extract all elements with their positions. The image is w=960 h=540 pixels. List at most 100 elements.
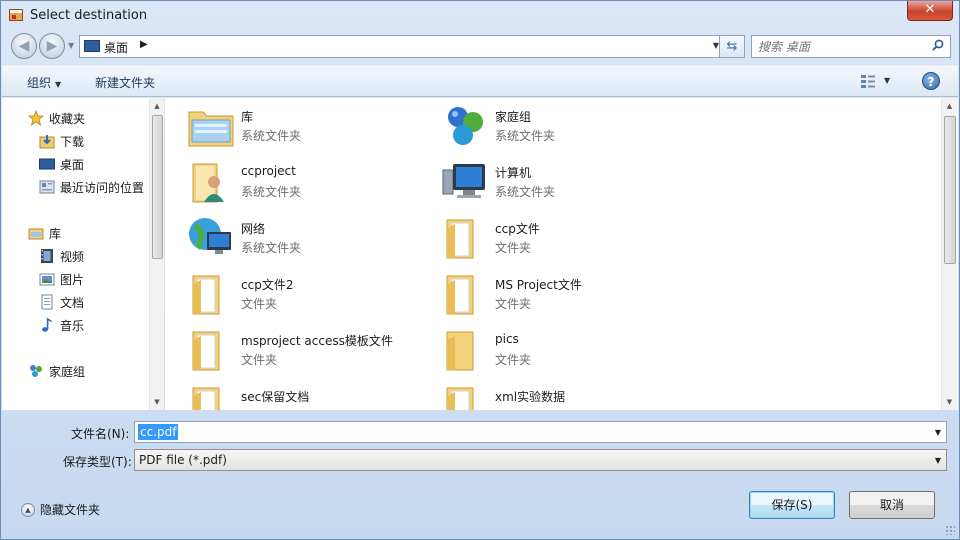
new-folder-button[interactable]: 新建文件夹	[95, 74, 155, 91]
sidebar-item-label: 家庭组	[49, 364, 86, 379]
help-icon[interactable]: ?	[922, 72, 940, 90]
sidebar-item-videos[interactable]: 视频	[39, 246, 84, 266]
file-list: 库 系统文件夹 家庭组 系统文件夹 ccproject 系统文件夹 计算机 系统…	[165, 98, 958, 410]
video-icon	[41, 249, 53, 263]
item-type: 系统文件夹	[495, 129, 556, 143]
window-title: Select destination	[30, 8, 148, 23]
item-name: xml实验数据	[495, 390, 566, 404]
desktop-icon	[84, 40, 100, 52]
folder-icon	[446, 331, 474, 371]
save-dialog: Select destination ✕ ◀ ▶ ▼ 桌面 ▶ ▼ ⇆ 组织▼ …	[0, 0, 960, 540]
list-item[interactable]: xml实验数据	[441, 380, 691, 410]
sidebar-item-favorites[interactable]: 收藏夹	[28, 108, 85, 128]
hide-folders-label: 隐藏文件夹	[40, 503, 101, 517]
cancel-button[interactable]: 取消	[849, 491, 935, 519]
scroll-up-icon[interactable]: ▲	[942, 102, 957, 110]
item-type: 文件夹	[241, 297, 278, 311]
sidebar-item-homegroup[interactable]: 家庭组	[28, 361, 85, 381]
list-item[interactable]: 网络 系统文件夹	[187, 212, 437, 264]
user-folder-icon	[192, 163, 224, 203]
file-list-scroll-thumb[interactable]	[944, 116, 956, 264]
folder-icon	[192, 275, 220, 315]
folder-icon	[446, 275, 474, 315]
hide-folders-toggle[interactable]: ▲ 隐藏文件夹	[21, 501, 100, 518]
list-item[interactable]: msproject access模板文件 文件夹	[187, 324, 437, 376]
search-box[interactable]	[751, 35, 951, 58]
search-input[interactable]	[758, 38, 918, 55]
homegroup-icon	[448, 107, 483, 145]
item-type: 文件夹	[241, 353, 278, 367]
organize-menu-button[interactable]: 组织 ▼	[27, 74, 61, 91]
sidebar-item-music[interactable]: 音乐	[39, 315, 84, 335]
collapse-icon: ▲	[21, 502, 35, 517]
folder-icon	[192, 331, 220, 371]
sidebar-item-label: 视频	[60, 249, 85, 264]
sidebar-item-label: 库	[49, 226, 62, 241]
item-name: 库	[241, 110, 254, 124]
scroll-down-icon[interactable]: ▼	[150, 398, 164, 406]
breadcrumb-chevron-icon[interactable]: ▶	[140, 39, 148, 50]
item-name: ccp文件	[495, 222, 540, 236]
chevron-down-icon[interactable]: ▼	[935, 456, 941, 465]
address-bar[interactable]: 桌面 ▶ ▼	[79, 35, 724, 58]
filetype-value: PDF file (*.pdf)	[139, 453, 227, 467]
item-type: 系统文件夹	[241, 129, 302, 143]
filename-label: 文件名(N):	[71, 427, 130, 441]
resize-grip[interactable]	[945, 525, 955, 535]
list-item[interactable]: ccp文件 文件夹	[441, 212, 691, 264]
sidebar-item-label: 收藏夹	[49, 111, 86, 126]
folder-icon	[446, 387, 474, 410]
file-list-scrollbar[interactable]: ▲ ▼	[941, 98, 957, 410]
scroll-up-icon[interactable]: ▲	[150, 102, 164, 110]
save-button[interactable]: 保存(S)	[749, 491, 835, 519]
refresh-button[interactable]: ⇆	[719, 35, 745, 58]
view-options-dropdown-icon[interactable]: ▼	[884, 76, 890, 85]
library-icon	[188, 111, 234, 147]
network-icon	[189, 218, 231, 254]
address-path[interactable]: 桌面	[104, 39, 128, 56]
sidebar-item-label: 音乐	[60, 318, 85, 333]
item-name: sec保留文档	[241, 390, 310, 404]
back-button[interactable]: ◀	[11, 33, 37, 59]
navigation-pane: 收藏夹 下载 桌面 最近访问的位置 库 视频 图片 文档 音乐 家庭组 ▲ ▼	[2, 98, 164, 410]
item-name: MS Project文件	[495, 278, 582, 292]
list-item[interactable]: ccproject 系统文件夹	[187, 156, 437, 208]
sidebar-scroll-thumb[interactable]	[152, 115, 163, 259]
sidebar-item-desktop[interactable]: 桌面	[39, 154, 84, 174]
change-view-icon[interactable]	[860, 74, 876, 88]
search-icon[interactable]	[932, 39, 944, 51]
list-item[interactable]: 计算机 系统文件夹	[441, 156, 691, 208]
list-item[interactable]: ccp文件2 文件夹	[187, 268, 437, 320]
filetype-label: 保存类型(T):	[63, 455, 132, 469]
item-type: 系统文件夹	[241, 185, 302, 199]
organize-label: 组织	[27, 76, 52, 90]
filename-combobox[interactable]: cc.pdf ▼	[134, 421, 947, 443]
chevron-down-icon[interactable]: ▼	[935, 428, 941, 437]
sidebar-scrollbar[interactable]: ▲ ▼	[149, 98, 164, 410]
item-name: msproject access模板文件	[241, 334, 393, 348]
close-button[interactable]: ✕	[907, 1, 953, 21]
list-item[interactable]: MS Project文件 文件夹	[441, 268, 691, 320]
sidebar-item-label: 最近访问的位置	[60, 180, 145, 195]
forward-button[interactable]: ▶	[39, 33, 65, 59]
item-type: 系统文件夹	[495, 185, 556, 199]
list-item[interactable]: 库 系统文件夹	[187, 100, 437, 152]
item-name: 家庭组	[495, 110, 532, 124]
filename-field[interactable]: cc.pdf	[138, 424, 179, 440]
sidebar-item-recent-places[interactable]: 最近访问的位置	[39, 177, 144, 197]
sidebar-item-label: 文档	[60, 295, 85, 310]
homegroup-icon	[30, 365, 42, 377]
sidebar-item-label: 桌面	[60, 157, 85, 172]
list-item[interactable]: 家庭组 系统文件夹	[441, 100, 691, 152]
sidebar-item-downloads[interactable]: 下载	[39, 131, 84, 151]
list-item[interactable]: sec保留文档	[187, 380, 437, 410]
sidebar-item-documents[interactable]: 文档	[39, 292, 84, 312]
list-item[interactable]: pics 文件夹	[441, 324, 691, 376]
recent-pages-dropdown[interactable]: ▼	[68, 41, 74, 50]
star-icon	[28, 110, 44, 126]
filetype-select[interactable]: PDF file (*.pdf) ▼	[134, 449, 947, 471]
sidebar-item-libraries[interactable]: 库	[28, 223, 61, 243]
sidebar-item-pictures[interactable]: 图片	[39, 269, 84, 289]
scroll-down-icon[interactable]: ▼	[942, 398, 957, 406]
documents-icon	[41, 294, 53, 310]
